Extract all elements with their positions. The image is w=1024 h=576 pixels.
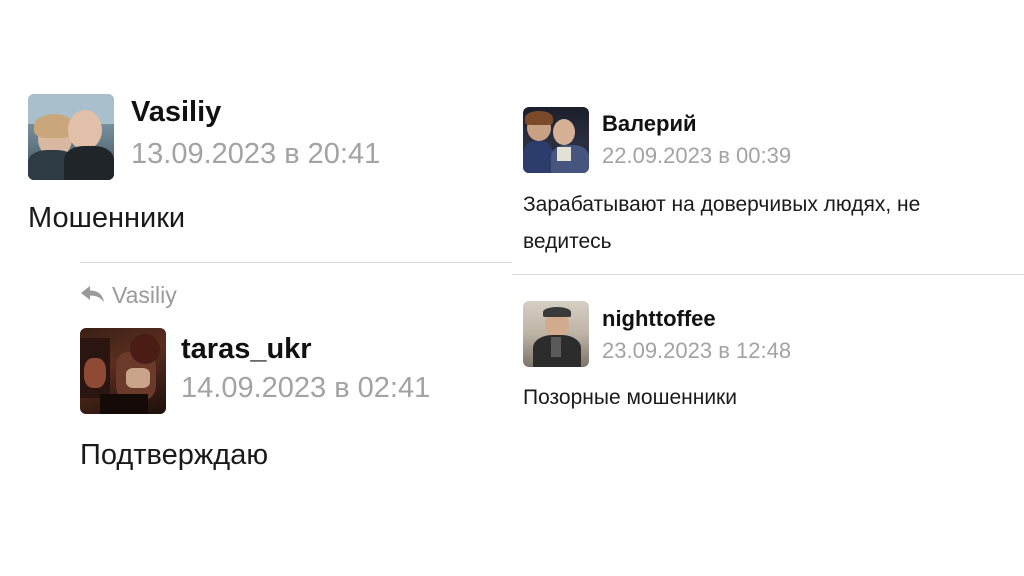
avatar[interactable] xyxy=(28,94,114,180)
thread-divider xyxy=(80,262,512,263)
reply-text: Подтверждаю xyxy=(80,439,269,471)
comment-username[interactable]: Vasiliy xyxy=(131,96,221,129)
comment-text-line-2: ведитесь xyxy=(523,230,612,253)
reply-to-username: Vasiliy xyxy=(112,282,177,308)
comment-datetime: 22.09.2023 в 00:39 xyxy=(602,143,792,168)
reply-to-link[interactable]: Vasiliy xyxy=(80,282,177,309)
comment-username[interactable]: nighttoffee xyxy=(602,306,716,332)
comment-datetime: 23.09.2023 в 12:48 xyxy=(602,338,792,363)
reply-arrow-icon xyxy=(80,282,106,309)
comment-text: Позорные мошенники xyxy=(523,386,737,409)
avatar[interactable] xyxy=(523,301,589,367)
reply-datetime: 14.09.2023 в 02:41 xyxy=(181,372,431,404)
comment-text-line-1: Зарабатывают на доверчивых людях, не xyxy=(523,193,921,216)
thread-divider xyxy=(512,274,1024,275)
avatar[interactable] xyxy=(523,107,589,173)
comment-text: Мошенники xyxy=(28,202,186,234)
avatar[interactable] xyxy=(80,328,166,414)
comment-username[interactable]: Валерий xyxy=(602,111,697,137)
comment-datetime: 13.09.2023 в 20:41 xyxy=(131,138,381,170)
reply-username[interactable]: taras_ukr xyxy=(181,333,312,366)
